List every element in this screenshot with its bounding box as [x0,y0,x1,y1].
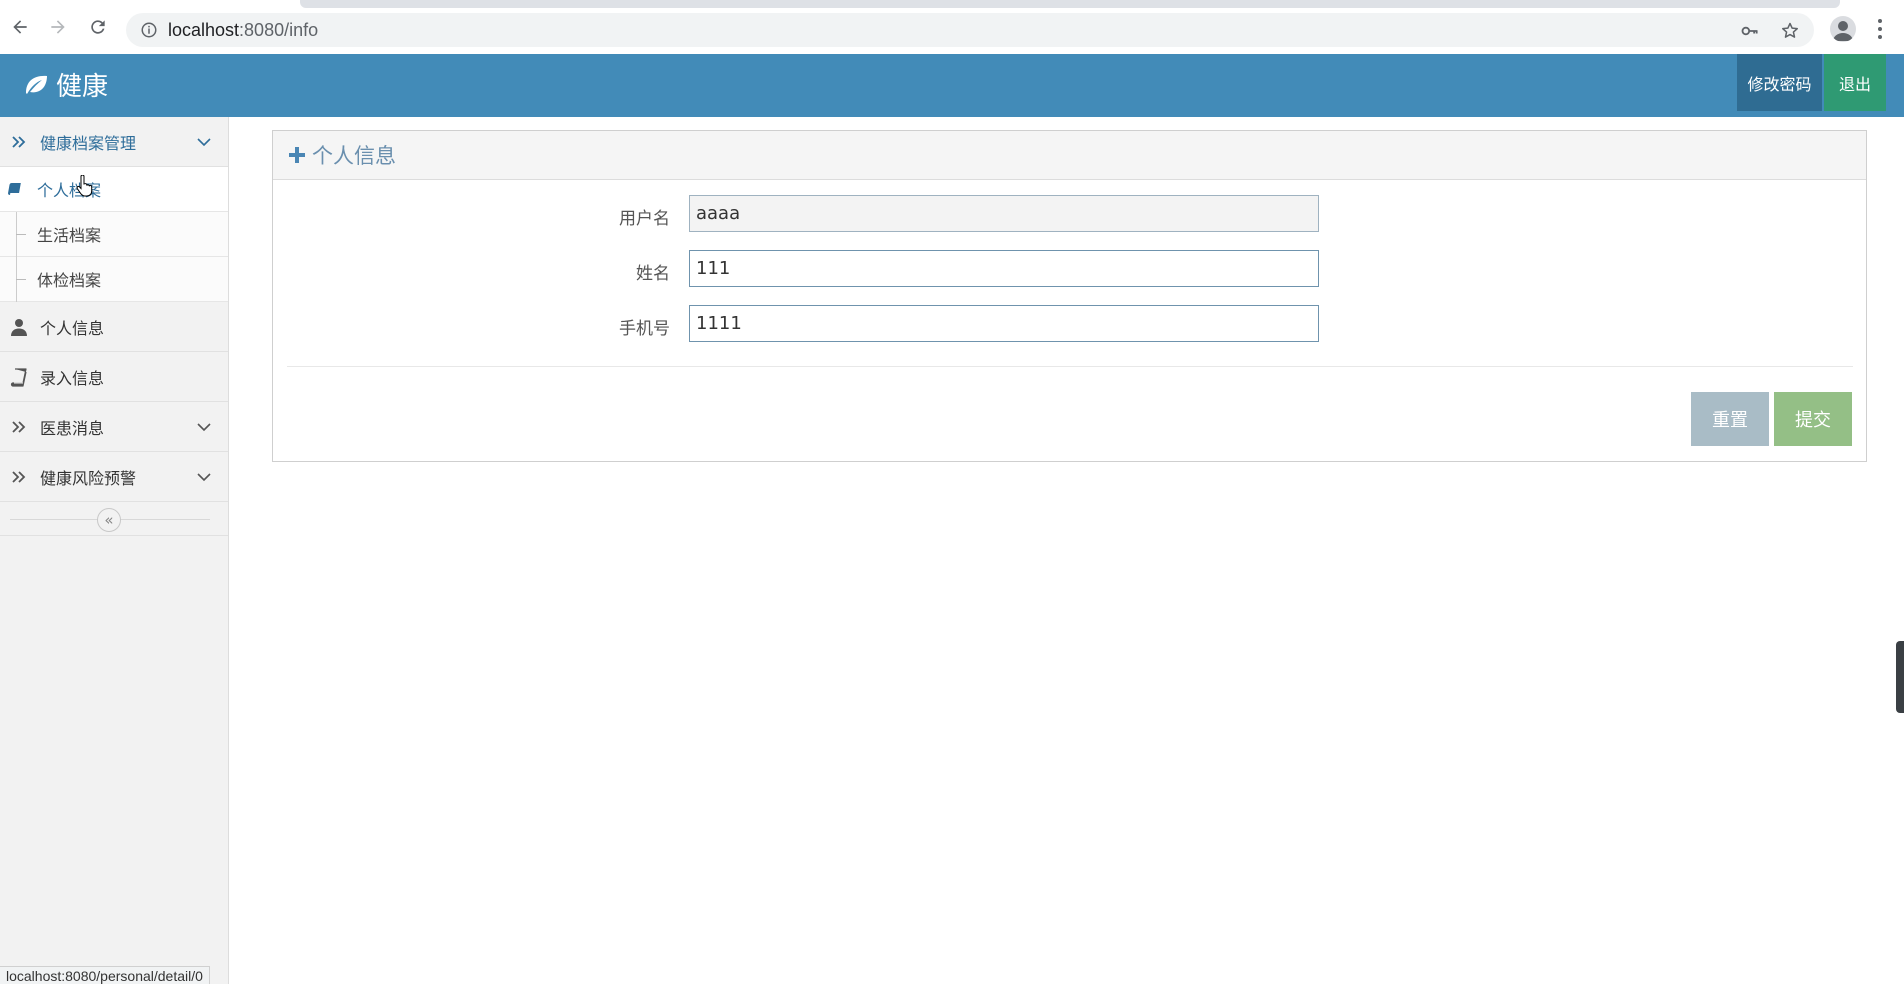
change-password-button[interactable]: 修改密码 [1737,54,1822,111]
personal-info-panel: 个人信息 用户名 姓名 手机号 重置 提交 [272,130,1867,462]
double-chevron-right-icon [12,420,26,433]
book-icon [8,183,21,195]
sidebar: 健康档案管理 个人档案 生活档案 体检档案 个人信息 录入信息 医患消息 健康风… [0,117,229,984]
star-icon[interactable] [1780,21,1800,41]
username-label: 用户名 [619,209,670,229]
double-chevron-right-icon [12,135,26,148]
form-row-phone: 手机号 [273,305,1866,343]
key-icon[interactable] [1740,21,1760,41]
plus-icon [289,147,305,163]
tab-strip [300,0,1840,8]
sidebar-collapse-bar: « [0,502,228,536]
sidebar-item-enter-info[interactable]: 录入信息 [0,352,228,402]
status-bar-link-preview: localhost:8080/personal/detail/0 [0,966,210,984]
submit-button[interactable]: 提交 [1774,392,1852,446]
info-icon[interactable] [140,21,158,39]
sidebar-group-label: 个人信息 [40,318,105,338]
logout-button[interactable]: 退出 [1824,54,1886,111]
sidebar-item-lifestyle-record[interactable]: 生活档案 [0,212,228,257]
profile-icon[interactable] [1830,16,1856,42]
sidebar-group-label: 录入信息 [40,368,105,388]
panel-header: 个人信息 [273,131,1866,180]
panel-title: 个人信息 [312,144,396,168]
brand-logo[interactable]: 健康 [22,66,108,103]
url-path: :8080/info [239,20,319,40]
phone-label: 手机号 [619,319,670,339]
brand-name: 健康 [56,72,109,102]
double-chevron-right-icon [12,470,26,483]
name-label: 姓名 [636,264,670,284]
side-panel-handle[interactable] [1896,641,1904,713]
chevron-down-icon [197,472,211,481]
double-chevron-left-icon: « [104,511,114,529]
collapse-sidebar-button[interactable]: « [97,508,121,532]
browser-toolbar: localhost:8080/info [0,0,1904,54]
back-arrow-icon[interactable] [8,15,32,39]
name-input[interactable] [689,250,1319,287]
sidebar-group-label: 医患消息 [40,418,105,438]
divider [287,366,1853,367]
sidebar-group-label: 健康档案管理 [40,133,137,153]
phone-input[interactable] [689,305,1319,342]
forward-arrow-icon[interactable] [46,15,70,39]
sidebar-item-checkup-record[interactable]: 体检档案 [0,257,228,302]
chevron-down-icon [197,137,211,146]
tree-tick [16,234,26,235]
address-bar[interactable]: localhost:8080/info [126,13,1814,47]
sidebar-item-label: 生活档案 [37,226,102,245]
url-host: localhost [168,20,240,40]
chevron-down-icon [197,422,211,431]
sidebar-group-health-risk-alert[interactable]: 健康风险预警 [0,452,228,502]
sidebar-group-health-records[interactable]: 健康档案管理 [0,117,228,167]
form-row-name: 姓名 [273,250,1866,288]
menu-dots-icon[interactable] [1876,18,1884,40]
sidebar-group-doctor-patient-messages[interactable]: 医患消息 [0,402,228,452]
reload-icon[interactable] [86,15,110,39]
form-row-username: 用户名 [273,195,1866,233]
sidebar-item-personal-record[interactable]: 个人档案 [0,167,228,212]
tree-tick [16,279,26,280]
username-input[interactable] [689,195,1319,232]
book-icon [10,367,27,387]
sidebar-item-label: 体检档案 [37,271,102,290]
reset-button[interactable]: 重置 [1691,392,1769,446]
sidebar-item-personal-info[interactable]: 个人信息 [0,302,228,352]
app-header: 健康 修改密码 退出 [0,54,1904,117]
hand-cursor-icon [76,175,93,197]
url-text[interactable]: localhost:8080/info [168,20,318,41]
leaf-icon [26,75,47,94]
user-icon [11,318,27,336]
sidebar-group-label: 健康风险预警 [40,468,137,488]
